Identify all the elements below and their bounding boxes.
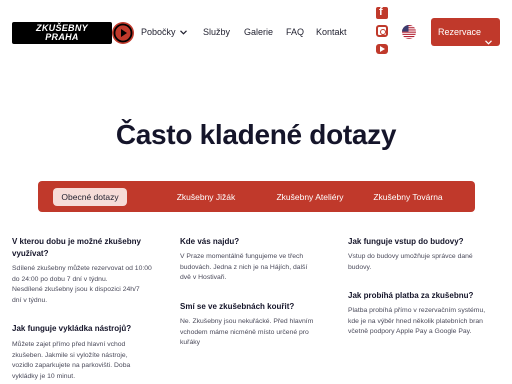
faq-answer-line: Ne. Zkušebny jsou nekuřácké. Před hlavní… — [180, 318, 314, 325]
faq-answer-line: Vstup do budovy umožňuje správce dané — [348, 253, 473, 260]
nav-item-pobocky[interactable]: Pobočky — [141, 27, 187, 38]
faq-answer-line: vchodem máme nicméně místo určené pro — [180, 328, 309, 336]
faq-answer-line: Platba probíhá přímo v rezervačním systé… — [348, 307, 486, 314]
nav-item-sluzby[interactable]: Služby — [203, 27, 230, 38]
faq-answer-line: budovy. — [348, 263, 372, 271]
faq-question[interactable]: Kde vás najdu? — [180, 236, 340, 248]
faq-question-line: Jak probíhá platba za zkušebnu? — [348, 291, 474, 300]
faq-answer: Ne. Zkušebny jsou nekuřácké. Před hlavní… — [180, 317, 340, 349]
faq-answer-line: vozidlo zaparkujete na parkovišti. Doba — [12, 362, 131, 370]
nav-item-galerie[interactable]: Galerie — [244, 27, 273, 38]
nav-item-faq[interactable]: FAQ — [286, 27, 304, 38]
faq-question-line: Jak funguje vykládka nástrojů? — [12, 324, 132, 333]
chevron-down-icon — [485, 28, 492, 56]
faq-answer-line: V Praze momentálně fungujeme ve třech — [180, 253, 304, 260]
faq-answer-line: Můžete zajet přímo před hlavní vchod — [12, 341, 126, 348]
faq-answer: Sdílené zkušebny můžete rezervovat od 10… — [12, 264, 172, 306]
faq-question[interactable]: Jak probíhá platba za zkušebnu? — [348, 290, 508, 302]
faq-answer-line: kuřáky — [180, 339, 201, 347]
faq-answer: Můžete zajet přímo před hlavní vchod zku… — [12, 340, 172, 382]
reservation-button-label: Rezervace — [438, 27, 482, 37]
site-header: ZKUŠEBNY PRAHA Pobočky Služby Galerie FA… — [0, 0, 512, 64]
faq-question-line: Jak funguje vstup do budovy? — [348, 237, 464, 246]
faq-question[interactable]: V kterou dobu je možné zkušebny využívat… — [12, 236, 172, 260]
site-logo[interactable]: ZKUŠEBNY PRAHA — [12, 22, 134, 44]
faq-question-line: Kde vás najdu? — [180, 237, 240, 246]
faq-question-line: V kterou dobu je možné zkušebny — [12, 237, 141, 246]
faq-question-line: Smí se ve zkušebnách kouřit? — [180, 302, 295, 311]
faq-answer-line: budovách. Jedna z nich je na Hájích, dal… — [180, 263, 308, 271]
faq-answer-line: Sdílené zkušebny můžete rezervovat od 10… — [12, 265, 152, 272]
faq-answer: V Praze momentálně fungujeme ve třech bu… — [180, 252, 340, 284]
us-flag-icon[interactable] — [402, 25, 416, 39]
faq-tabs: Obecné dotazy Zkušebny Jižák Zkušebny At… — [38, 181, 475, 212]
logo-line-2: PRAHA — [45, 32, 79, 42]
play-icon — [112, 22, 134, 44]
faq-answer-line: zkušeben. Jakmile si vyložíte nástroje, — [12, 351, 128, 359]
faq-answer-line: do 24:00 po dobu 7 dní v týdnu. — [12, 275, 108, 283]
tab-zkusebny-tovarna[interactable]: Zkušebny Továrna — [364, 188, 452, 206]
tab-zkusebny-ateliery[interactable]: Zkušebny Ateliéry — [262, 188, 358, 206]
facebook-icon[interactable]: f — [376, 6, 388, 19]
instagram-icon[interactable] — [376, 25, 388, 37]
faq-answer-line: Nesdílené zkušebny jsou k dispozici 24h/… — [12, 286, 140, 294]
tab-obecne-dotazy[interactable]: Obecné dotazy — [53, 188, 127, 206]
youtube-icon[interactable] — [376, 44, 388, 54]
faq-answer: Platba probíhá přímo v rezervačním systé… — [348, 306, 510, 338]
chevron-down-icon — [179, 27, 187, 38]
nav-item-kontakt[interactable]: Kontakt — [316, 27, 347, 38]
nav-label: Pobočky — [141, 27, 176, 37]
faq-answer-line: dní v týdnu. — [12, 296, 48, 304]
faq-question[interactable]: Jak funguje vstup do budovy? — [348, 236, 508, 248]
faq-question[interactable]: Jak funguje vykládka nástrojů? — [12, 323, 172, 335]
faq-answer-line: dvě v Hostivaři. — [180, 274, 227, 282]
faq-question-line: využívat? — [12, 249, 49, 258]
logo-text-box: ZKUŠEBNY PRAHA — [12, 22, 112, 44]
tab-zkusebny-jizak[interactable]: Zkušebny Jižák — [166, 188, 246, 206]
reservation-button[interactable]: Rezervace — [431, 18, 500, 46]
faq-answer: Vstup do budovy umožňuje správce dané bu… — [348, 252, 508, 273]
faq-answer-line: kde je na výběr hned několik platebních … — [348, 317, 483, 325]
faq-question[interactable]: Smí se ve zkušebnách kouřit? — [180, 301, 340, 313]
faq-answer-line: vykládky je 10 minut. — [12, 372, 76, 380]
page-title: Často kladené dotazy — [115, 119, 397, 150]
faq-answer-line: včetně podpory Apple Pay a Google Pay. — [348, 328, 472, 336]
